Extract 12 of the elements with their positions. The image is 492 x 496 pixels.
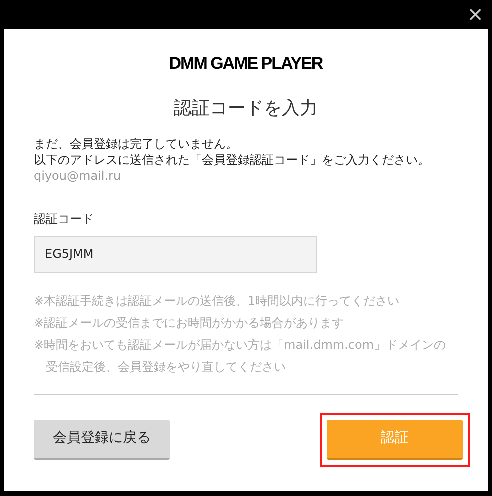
email-text: qiyou@mail.ru xyxy=(34,168,122,184)
note-text: ※時間をおいても認証メールが届かない方は「mail.dmm.com」ドメインの受信設定後、会員登録をやり直してください xyxy=(34,336,448,376)
back-button[interactable]: 会員登録に戻る xyxy=(34,420,170,460)
dialog-title: 認証コードを入力 xyxy=(174,96,318,120)
message-text: 以下のアドレスに送信された「会員登録認証コード」をご入力ください。 xyxy=(34,152,431,168)
note-text: ※認証メールの受信までにお時間がかかる場合があります xyxy=(34,314,346,332)
close-button[interactable]: × xyxy=(459,0,492,24)
field-label: 認証コード xyxy=(34,210,95,228)
note-text: ※本認証手続きは認証メールの送信後、1時間以内に行ってください xyxy=(34,292,401,310)
message-text: まだ、会員登録は完了していません。 xyxy=(34,136,239,152)
code-input[interactable]: EG5JMM xyxy=(34,236,317,272)
logo: DMM GAME PLAYER xyxy=(169,53,323,75)
